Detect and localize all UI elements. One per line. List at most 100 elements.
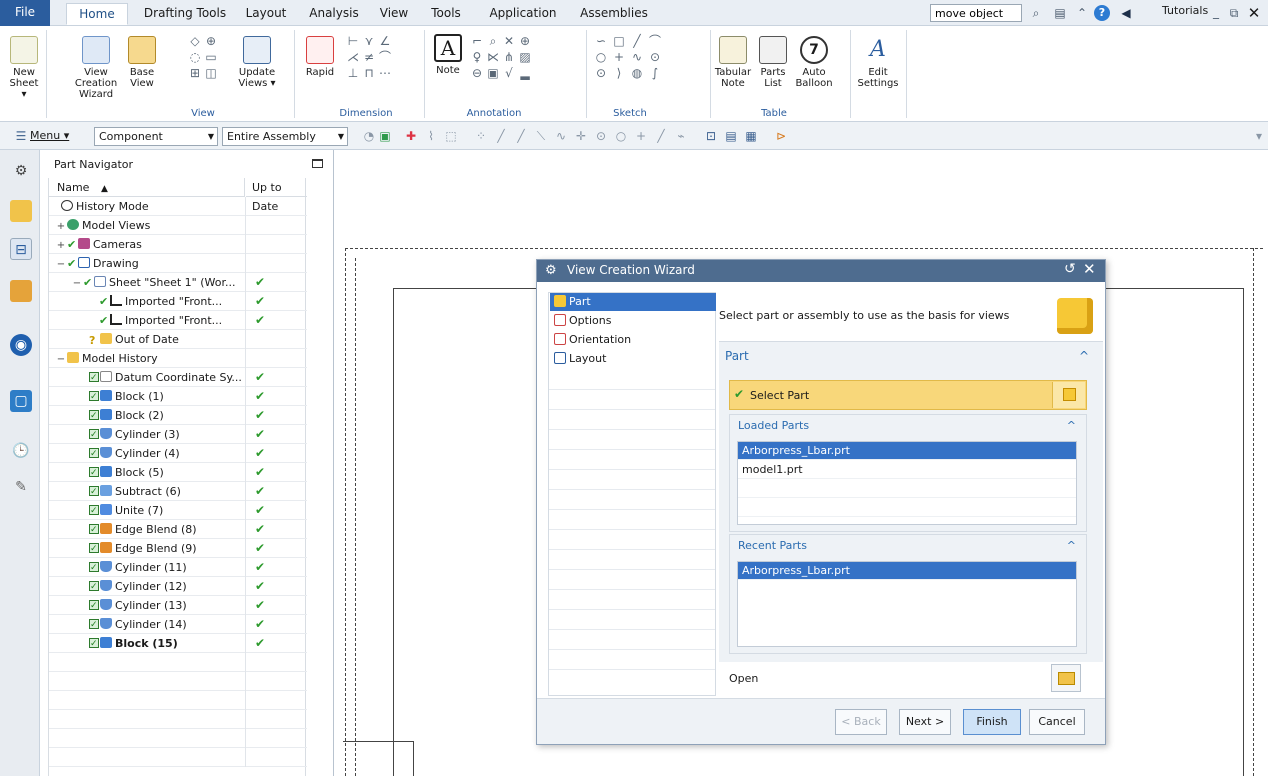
rapid-dimension-button[interactable]: Rapid [302, 36, 338, 78]
midpoint-icon[interactable]: ╱ [494, 129, 508, 143]
tree-item-feature[interactable]: Unite (7) ✔ [49, 501, 307, 521]
tree-item-feature[interactable]: Cylinder (12) ✔ [49, 577, 307, 597]
area-fill-icon[interactable]: ▂ [518, 66, 532, 80]
id-symbol-icon[interactable]: ⊖ [470, 66, 484, 80]
arc-center-icon[interactable]: ✛ [574, 129, 588, 143]
line-icon[interactable]: ╱ [630, 34, 644, 48]
tab-tools[interactable]: Tools [424, 3, 468, 25]
tree-item-feature[interactable]: Datum Coordinate Sy... ✔ [49, 368, 307, 388]
tree-item-imported-view[interactable]: ✔ Imported "Front... ✔ [49, 292, 307, 311]
tabular-note-button[interactable]: Tabular Note [712, 36, 754, 89]
history-palette-icon[interactable]: ▢ [10, 390, 32, 412]
finish-button[interactable]: Finish [963, 709, 1021, 735]
type-filter-select[interactable]: Component ▼ [94, 127, 218, 146]
select-part-row[interactable]: ✔ Select Part [729, 380, 1087, 410]
recent-parts-header[interactable]: Recent Parts ^ [730, 535, 1086, 557]
loaded-parts-header[interactable]: Loaded Parts ^ [730, 415, 1086, 437]
tutorials-icon[interactable]: ◀ [1118, 5, 1134, 21]
list-item[interactable]: Arborpress_Lbar.prt [738, 442, 1076, 460]
checkbox[interactable] [89, 388, 99, 407]
parts-list-button[interactable]: Parts List [756, 36, 790, 89]
step-layout[interactable]: Layout [550, 350, 716, 368]
menu-icon[interactable]: ☰ [14, 129, 28, 143]
angular-dimension-icon[interactable]: ∠ [378, 34, 392, 48]
checkbox[interactable] [89, 445, 99, 464]
note-button[interactable]: A Note [430, 34, 466, 76]
next-button[interactable]: Next > [899, 709, 951, 735]
new-sheet-button[interactable]: New Sheet ▾ [6, 36, 42, 100]
show-hide-icon[interactable]: ▤ [724, 129, 738, 143]
filter-icon[interactable]: ▣ [378, 129, 392, 143]
tree-item-feature[interactable]: Cylinder (4) ✔ [49, 444, 307, 464]
checkbox[interactable] [89, 521, 99, 540]
section-header-part[interactable]: Part ^ [719, 344, 1103, 368]
tutorials-link[interactable]: Tutorials [1162, 4, 1208, 17]
centerline-icon[interactable]: ⊕ [518, 34, 532, 48]
chevron-down-icon[interactable]: ▾ [1252, 129, 1266, 143]
dialog-title-bar[interactable]: ⚙ View Creation Wizard ↺ ✕ [537, 260, 1105, 282]
checkbox[interactable] [89, 502, 99, 521]
menu-button[interactable]: Menu ▾ [30, 129, 69, 142]
checkbox[interactable] [89, 369, 99, 388]
restore-icon[interactable]: ⧉ [1226, 5, 1242, 21]
profile-icon[interactable]: ∽ [594, 34, 608, 48]
feature-control-frame-icon[interactable]: ⌐ [470, 34, 484, 48]
point-on-curve-icon[interactable]: ╱ [654, 129, 668, 143]
offset-icon[interactable]: ⊙ [594, 66, 608, 80]
tree-item-model-history[interactable]: − Model History [49, 349, 307, 368]
system-materials-icon[interactable]: ✎ [10, 476, 32, 498]
orient-icon[interactable]: ⊳ [774, 129, 788, 143]
help-icon[interactable]: ? [1094, 5, 1110, 21]
tree-item-feature[interactable]: Edge Blend (8) ✔ [49, 520, 307, 540]
projected-view-icon[interactable]: ◇ [188, 34, 202, 48]
chamfer-dimension-icon[interactable]: ⋌ [346, 50, 360, 64]
tab-analysis[interactable]: Analysis [304, 3, 364, 25]
part-navigator-icon[interactable]: ⊟ [10, 238, 32, 260]
open-button[interactable] [1051, 664, 1081, 692]
collapse-icon[interactable]: − [55, 255, 67, 274]
search-icon[interactable]: ⌕ [1028, 5, 1044, 21]
collapse-icon[interactable]: − [71, 274, 83, 293]
checkbox[interactable] [89, 483, 99, 502]
datum-target-icon[interactable]: ✕ [502, 34, 516, 48]
assembly-navigator-icon[interactable] [10, 200, 32, 222]
quadrant-icon[interactable]: ○ [614, 129, 628, 143]
checkbox[interactable] [89, 597, 99, 616]
minimize-icon[interactable]: _ [1208, 4, 1224, 20]
command-search-input[interactable] [930, 4, 1022, 22]
circle-icon[interactable]: ○ [594, 50, 608, 64]
tree-item-feature[interactable]: Cylinder (13) ✔ [49, 596, 307, 616]
step-orientation[interactable]: Orientation [550, 331, 716, 349]
tangent-icon[interactable]: ⌁ [674, 129, 688, 143]
detail-view-icon[interactable]: ◌ [188, 50, 202, 64]
tree-item-feature[interactable]: Cylinder (3) ✔ [49, 425, 307, 445]
expand-icon[interactable]: + [55, 217, 67, 236]
checkbox[interactable] [89, 578, 99, 597]
cancel-button[interactable]: Cancel [1029, 709, 1085, 735]
cursor-icon[interactable]: ✚ [404, 129, 418, 143]
radial-dimension-icon[interactable]: ⋎ [362, 34, 376, 48]
perimeter-dimension-icon[interactable]: ⊓ [362, 66, 376, 80]
tree-item-feature[interactable]: Cylinder (14) ✔ [49, 615, 307, 635]
close-icon[interactable]: ✕ [1083, 260, 1096, 278]
base-view-button[interactable]: Base View [124, 36, 160, 89]
ordinate-dimension-icon[interactable]: ⊥ [346, 66, 360, 80]
column-header-status[interactable]: Up to Date [246, 178, 307, 213]
extend-icon[interactable]: ∫ [648, 66, 662, 80]
tab-assemblies[interactable]: Assemblies [576, 3, 652, 25]
tree-item-feature[interactable]: Edge Blend (9) ✔ [49, 539, 307, 559]
hatch-icon[interactable]: ▨ [518, 50, 532, 64]
checkbox[interactable] [89, 540, 99, 559]
tree-item-drawing[interactable]: − ✔ Drawing [49, 254, 307, 273]
history-icon[interactable]: 🕒 [10, 440, 32, 462]
edit-settings-button[interactable]: A Edit Settings [856, 36, 900, 89]
checkbox[interactable] [89, 464, 99, 483]
update-views-button[interactable]: Update Views ▾ [236, 36, 278, 89]
tree-item-feature[interactable]: Block (15) ✔ [49, 634, 307, 654]
tree-item-feature[interactable]: Cylinder (11) ✔ [49, 558, 307, 578]
checkbox[interactable] [89, 559, 99, 578]
trim-icon[interactable]: ◍ [630, 66, 644, 80]
tree-item-cameras[interactable]: + ✔ Cameras [49, 235, 307, 254]
column-header-name[interactable]: Name ▲ [49, 178, 245, 197]
web-browser-icon[interactable]: ◉ [10, 334, 32, 356]
